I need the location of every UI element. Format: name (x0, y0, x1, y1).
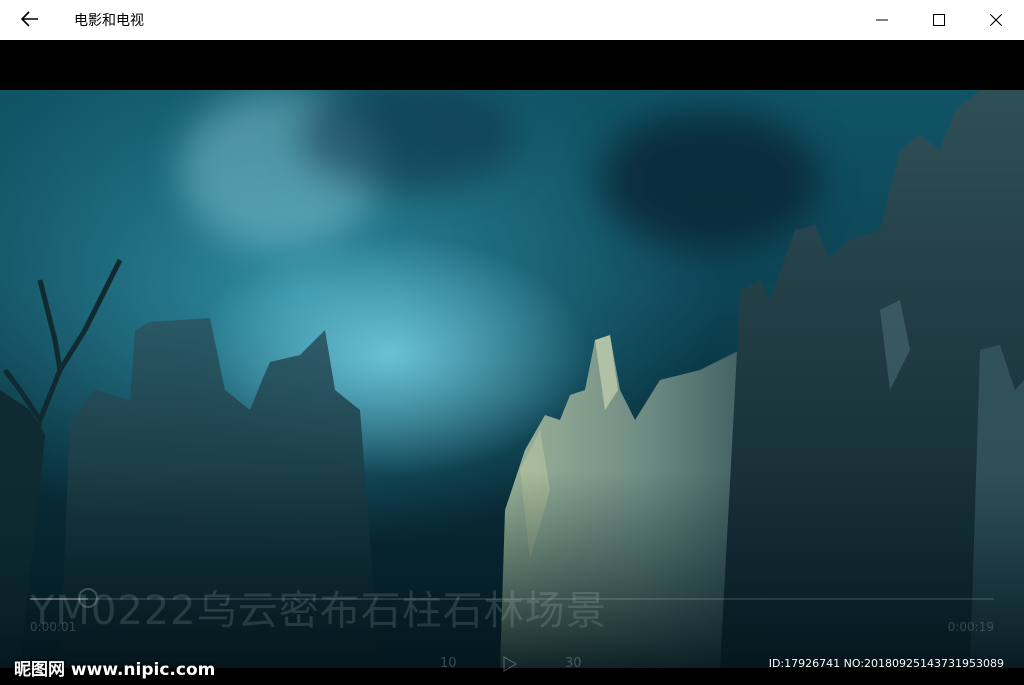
maximize-icon (932, 11, 945, 30)
seek-thumb[interactable] (77, 588, 98, 608)
close-icon (989, 11, 1002, 30)
minimize-button[interactable] (853, 0, 910, 40)
remaining-time: 0:00:19 (947, 620, 994, 634)
close-button[interactable] (967, 0, 1024, 40)
image-id-watermark: ID:17926741 NO:20180925143731953089 (768, 657, 1004, 670)
arrow-left-icon (20, 8, 39, 32)
skip-back-button[interactable]: 10 (440, 656, 457, 671)
letterbox-top (0, 40, 1024, 90)
maximize-button[interactable] (910, 0, 967, 40)
play-icon (503, 656, 517, 676)
window-controls (853, 0, 1024, 40)
minimize-icon (875, 11, 888, 30)
title-bar: 电影和电视 (0, 0, 1024, 40)
site-watermark: 昵图网 www.nipic.com (14, 660, 216, 680)
skip-forward-button[interactable]: 30 (565, 656, 582, 671)
seek-bar[interactable] (30, 588, 994, 608)
video-frame[interactable]: YM0222乌云密布石柱石林场景 (0, 90, 1024, 668)
back-button[interactable] (0, 0, 60, 40)
app-title: 电影和电视 (74, 13, 144, 29)
play-button[interactable] (503, 656, 517, 676)
elapsed-time: 0:00:01 (30, 620, 77, 634)
video-title-overlay: YM0222乌云密布石柱石林场景 (30, 588, 607, 634)
